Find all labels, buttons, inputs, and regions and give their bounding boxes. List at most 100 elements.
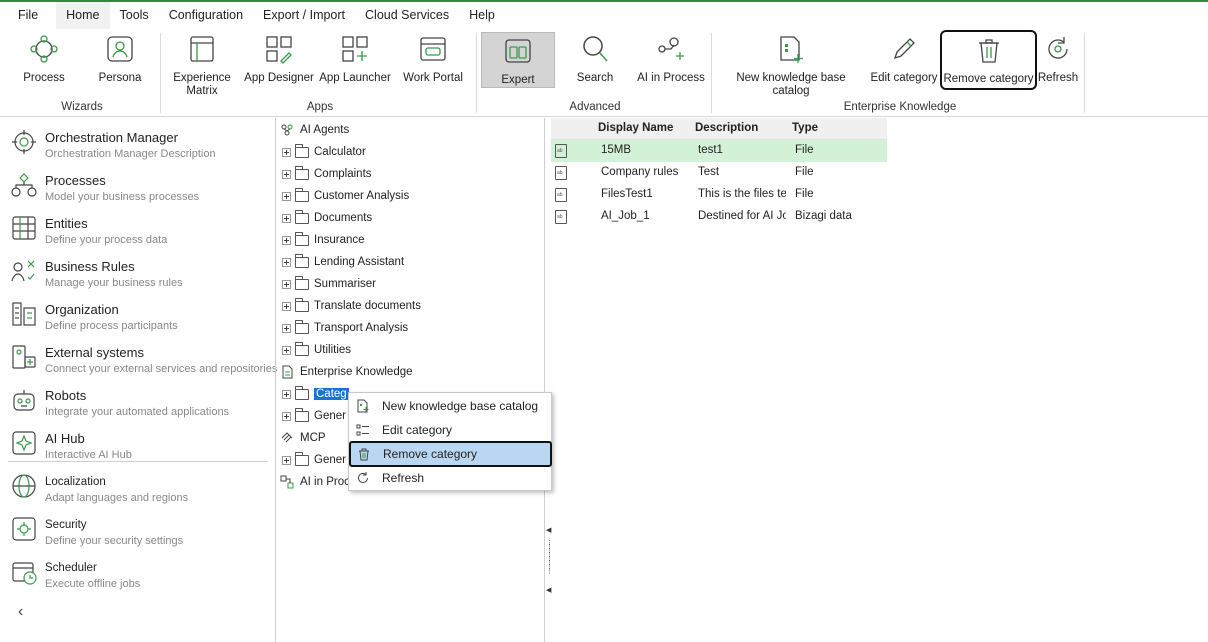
tree-node-agent[interactable]: Utilities [282,340,351,360]
tree-node-agent[interactable]: Transport Analysis [282,318,408,338]
menu-export-import[interactable]: Export / Import [253,2,355,29]
app-launcher-button[interactable]: App Launcher [318,31,392,101]
search-button[interactable]: Search [566,31,624,101]
nav-title: Processes [45,173,106,188]
nav-external-systems[interactable]: External systems Connect your external s… [8,337,277,377]
tree-label: Summariser [314,278,376,290]
tree-node-general[interactable]: Gener [282,406,346,426]
expert-button[interactable]: Expert [481,32,555,88]
expand-icon[interactable] [282,213,291,223]
table-row[interactable]: FilesTest1 This is the files te File [551,184,887,206]
new-kb-catalog-button[interactable]: New knowledge base catalog [718,31,864,101]
tree-node-ai-in-process[interactable]: AI in Proce [280,472,356,492]
tree-label: MCP [300,432,326,444]
process-icon [26,31,62,67]
nav-business-rules[interactable]: Business Rules Manage your business rule… [8,251,270,291]
cell-type: Bizagi data [795,210,852,222]
column-description[interactable]: Description [695,122,758,134]
external-systems-icon [10,343,38,371]
nav-processes[interactable]: Processes Model your business processes [8,165,270,205]
tree-node-agent[interactable]: Documents [282,208,372,228]
expand-icon[interactable] [282,323,291,333]
cell-type: File [795,188,814,200]
ctx-new-kb-catalog[interactable]: New knowledge base catalog [350,395,550,417]
nav-divider [8,461,268,462]
nav-entities[interactable]: Entities Define your process data [8,208,270,248]
menu-help[interactable]: Help [459,2,505,29]
tree-node-ai-agents[interactable]: AI Agents [280,120,349,140]
nav-security[interactable]: Security Define your security settings [8,509,270,549]
expand-icon[interactable] [282,257,291,267]
tree-node-agent[interactable]: Summariser [282,274,376,294]
expand-icon[interactable] [282,411,291,421]
nav-robots[interactable]: Robots Integrate your automated applicat… [8,380,270,420]
tree-node-agent[interactable]: Customer Analysis [282,186,409,206]
table-row[interactable]: 15MB test1 File [551,140,887,162]
security-icon [10,515,38,543]
expand-icon[interactable] [282,169,291,179]
menu-bar: File Home Tools Configuration Export / I… [0,2,1208,29]
persona-button[interactable]: Persona [90,31,150,101]
nav-scheduler[interactable]: Scheduler Execute offline jobs [8,552,270,592]
menu-home[interactable]: Home [56,2,110,29]
refresh-button[interactable]: Refresh [1038,31,1078,101]
tree-label: Lending Assistant [314,256,405,268]
tree-node-agent[interactable]: Complaints [282,164,372,184]
tree-node-enterprise-knowledge[interactable]: Enterprise Knowledge [280,362,413,382]
table-row[interactable]: AI_Job_1 Destined for AI Jo Bizagi data [551,206,887,228]
folder-icon [295,319,309,334]
process-button[interactable]: Process [14,31,74,101]
tree-node-agent[interactable]: Insurance [282,230,365,250]
edit-category-button[interactable]: Edit category [868,31,940,101]
experience-matrix-button[interactable]: Experience Matrix [170,31,234,101]
ctx-refresh[interactable]: Refresh [350,467,550,489]
expand-icon[interactable] [282,147,291,157]
work-portal-button[interactable]: Work Portal [398,31,468,101]
menu-configuration[interactable]: Configuration [159,2,253,29]
ctx-remove-category[interactable]: Remove category [349,441,552,467]
ribbon-separator [711,33,712,113]
remove-category-button[interactable]: Remove category [940,30,1037,90]
collapse-nav-button[interactable]: ‹ [18,603,34,623]
nav-title: Localization [45,476,106,488]
ctx-edit-category[interactable]: Edit category [350,419,550,441]
app-designer-button[interactable]: App Designer [242,31,316,101]
nav-localization[interactable]: Localization Adapt languages and regions [8,466,270,506]
tree-node-agent[interactable]: Calculator [282,142,366,162]
tree-label: Documents [314,212,373,224]
folder-icon [295,209,309,224]
expand-icon[interactable] [282,191,291,201]
nav-ai-hub[interactable]: AI Hub Interactive AI Hub [8,423,270,463]
tree-node-agent[interactable]: Translate documents [282,296,421,316]
expand-icon[interactable] [282,235,291,245]
ai-in-process-icon [653,31,689,67]
column-display-name[interactable]: Display Name [598,122,673,134]
table-row[interactable]: Company rules Test File [551,162,887,184]
tree-node-mcp[interactable]: MCP [280,428,326,448]
folder-icon [295,275,309,290]
tree-node-category[interactable]: Categ [282,384,349,404]
group-wizards-label: Wizards [61,101,103,113]
expand-icon[interactable] [282,279,291,289]
expand-icon[interactable] [282,389,291,399]
tree-label: Transport Analysis [314,322,409,334]
nav-organization[interactable]: Organization Define process participants [8,294,270,334]
nav-description: Execute offline jobs [45,578,141,590]
nav-orchestration-manager[interactable]: Orchestration Manager Orchestration Mana… [8,122,270,162]
tree-node-agent[interactable]: Lending Assistant [282,252,404,272]
edit-category-label: Edit category [870,72,938,84]
column-type[interactable]: Type [792,122,818,134]
expand-icon[interactable] [282,455,291,465]
expand-icon[interactable] [282,301,291,311]
expand-icon[interactable] [282,345,291,355]
entities-icon [10,214,38,242]
experience-matrix-label-1: Experience [173,72,231,84]
menu-cloud-services[interactable]: Cloud Services [355,2,459,29]
tree-node-mcp-general[interactable]: Gener [282,450,346,470]
ctx-label: Edit category [382,423,453,437]
menu-tools[interactable]: Tools [110,2,159,29]
ai-in-process-button[interactable]: AI in Process [636,31,706,101]
robot-icon [10,386,38,414]
ctx-label: Refresh [382,471,425,485]
menu-file[interactable]: File [0,2,56,29]
